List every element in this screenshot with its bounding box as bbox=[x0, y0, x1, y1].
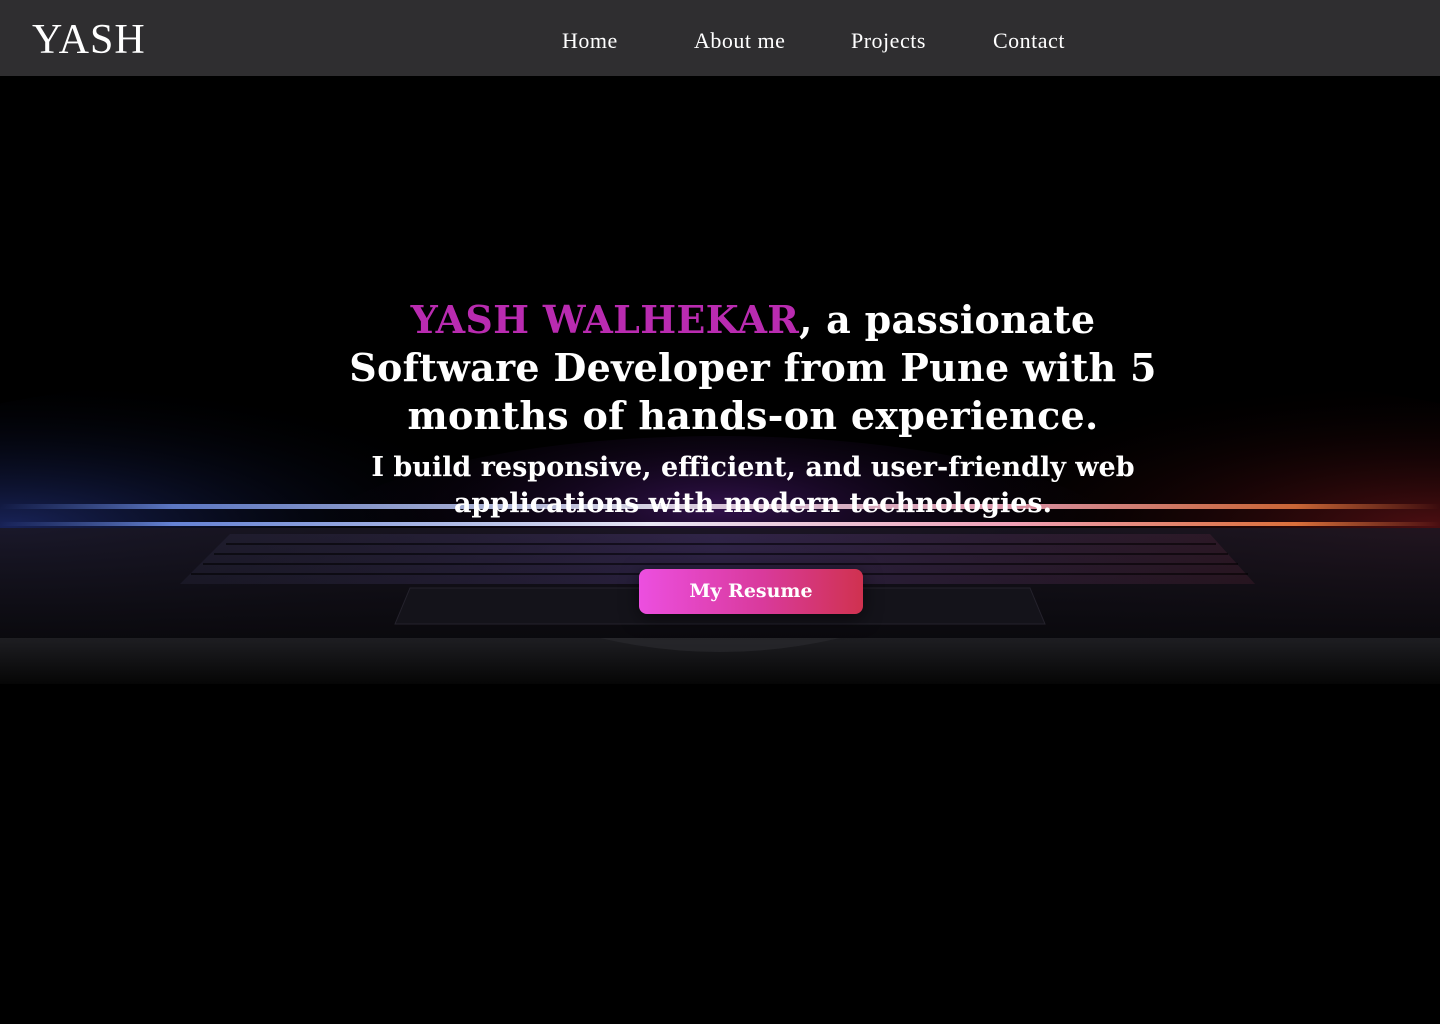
site-logo[interactable]: YASH bbox=[32, 18, 146, 62]
hero-headline: YASH WALHEKAR, a passionate Software Dev… bbox=[330, 296, 1176, 440]
navbar: YASH Home About me Projects Contact bbox=[0, 0, 1440, 76]
nav-link-about-me[interactable]: About me bbox=[694, 28, 785, 54]
hero-name: YASH WALHEKAR bbox=[410, 297, 800, 342]
nav-link-projects[interactable]: Projects bbox=[851, 28, 926, 54]
my-resume-button[interactable]: My Resume bbox=[639, 569, 863, 614]
nav-link-contact[interactable]: Contact bbox=[993, 28, 1065, 54]
hero-subheadline: I build responsive, efficient, and user-… bbox=[371, 452, 1135, 519]
nav-link-home[interactable]: Home bbox=[562, 28, 618, 54]
